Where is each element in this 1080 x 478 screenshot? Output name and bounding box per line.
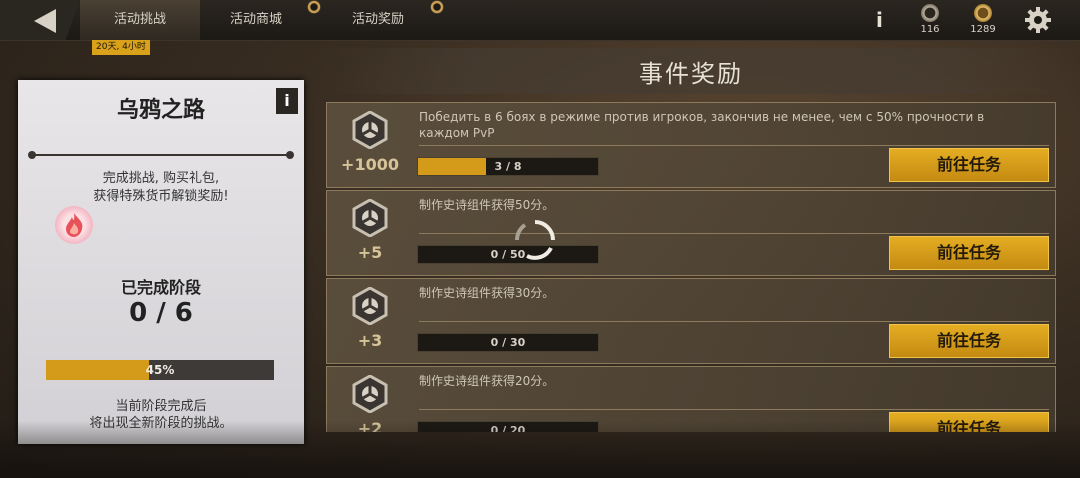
event-footer: 当前阶段完成后 将出现全新阶段的挑战。 [18,398,304,432]
medal-icon [352,199,388,237]
task-progress-text: 0 / 20 [490,424,526,432]
panel-header: 事件奖励 [318,48,1080,94]
gold-coin-icon [974,4,992,22]
medal-icon [352,287,388,325]
task-reward: +2 [357,419,383,432]
back-arrow-icon [34,9,56,33]
back-button[interactable] [0,0,80,40]
currency-gold-value: 1289 [970,24,996,35]
currency-silver[interactable]: 116 [905,4,955,35]
medal-icon [352,375,388,413]
footer-line: 将出现全新阶段的挑战。 [89,416,233,431]
notification-dot-icon [307,0,321,14]
event-card: 乌鸦之路 i 完成挑战, 购买礼包, 获得特殊货币解锁奖励! 已完成阶段 0 /… [18,80,304,444]
stage-progress-bar: 45% [46,360,274,380]
task-description: 制作史诗组件获得50分。 [419,198,555,212]
task-progress-bar: 0 / 30 [417,333,599,352]
event-title: 乌鸦之路 [116,98,205,123]
description-line: 获得特殊货币解锁奖励! [93,189,229,204]
task-row: +3 制作史诗组件获得30分。 0 / 30 前往任务 [326,278,1056,364]
tab-event-shop[interactable]: 活动商城 [230,0,282,40]
silver-coin-icon [921,4,939,22]
task-progress-bar: 0 / 20 [417,421,599,432]
task-description: Победить в 6 боях в режиме против игроко… [419,110,985,140]
loading-spinner-icon [514,220,555,260]
stage-progress-text: 45% [145,363,175,377]
go-to-task-button[interactable]: 前往任务 [889,324,1049,358]
task-row: +2 制作史诗组件获得20分。 0 / 20 前往任务 [326,366,1056,432]
go-to-task-button[interactable]: 前往任务 [889,148,1049,182]
tab-event-rewards[interactable]: 活动奖励 [352,0,404,40]
go-to-task-button[interactable]: 前往任务 [889,412,1049,432]
divider [419,321,1049,322]
flame-icon [55,206,93,244]
task-description: 制作史诗组件获得30分。 [419,286,555,300]
time-remaining-badge: 20天, 4小时 [92,40,150,55]
description-line: 完成挑战, 购买礼包, [102,171,220,186]
task-progress-text: 0 / 30 [490,336,526,349]
go-to-task-button[interactable]: 前往任务 [889,236,1049,270]
medal-icon [352,111,388,149]
info-button[interactable]: i [876,8,883,32]
stage-value: 0 / 6 [129,298,193,328]
divider [419,409,1049,410]
task-description: 制作史诗组件获得20分。 [419,374,555,388]
currency-silver-value: 116 [920,24,940,35]
tab-event-challenge[interactable]: 活动挑战 [80,0,200,40]
stage-label: 已完成阶段 [120,278,201,297]
task-progress-bar: 3 / 8 [417,157,599,176]
task-reward: +3 [357,331,383,350]
panel-title: 事件奖励 [639,60,743,88]
gear-icon[interactable] [1024,6,1052,34]
task-row: +5 制作史诗组件获得50分。 0 / 50 前往任务 [326,190,1056,276]
event-info-button[interactable]: i [276,88,298,114]
currency-gold[interactable]: 1289 [958,4,1008,35]
footer-line: 当前阶段完成后 [115,399,207,414]
task-list[interactable]: +1000 Победить в 6 боях в режиме против … [326,102,1056,432]
task-row: +1000 Победить в 6 боях в режиме против … [326,102,1056,188]
task-progress-text: 3 / 8 [494,160,522,173]
divider [28,151,294,159]
divider [419,145,1049,146]
task-reward: +5 [357,243,383,262]
top-bar: 活动挑战 活动商城 活动奖励 i 116 1289 [0,0,1080,41]
notification-dot-icon [430,0,444,14]
task-reward: +1000 [341,155,399,174]
event-description: 完成挑战, 购买礼包, 获得特殊货币解锁奖励! [18,170,304,206]
